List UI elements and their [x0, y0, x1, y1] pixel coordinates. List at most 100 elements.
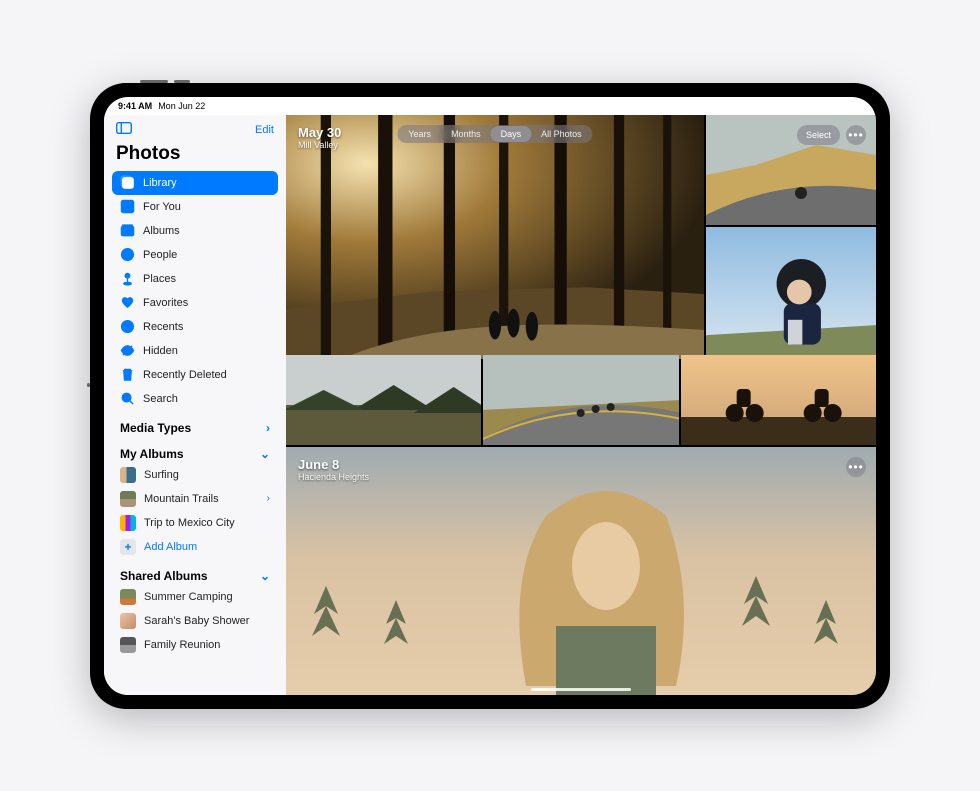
edit-button[interactable]: Edit: [255, 124, 274, 136]
sidebar-item-places[interactable]: Places: [112, 267, 278, 291]
section-my-albums[interactable]: My Albums ⌄: [104, 437, 286, 463]
shared-album-item[interactable]: Summer Camping: [104, 585, 286, 609]
album-label: Mountain Trails: [144, 493, 219, 505]
album-label: Trip to Mexico City: [144, 517, 235, 529]
sidebar-item-search[interactable]: Search: [112, 387, 278, 411]
power-button: [174, 80, 190, 83]
volume-button: [140, 80, 168, 83]
ellipsis-icon: •••: [848, 128, 864, 142]
library-icon: [120, 175, 135, 190]
day-location: Mill Valley: [298, 140, 341, 150]
sidebar-item-library[interactable]: Library: [112, 171, 278, 195]
album-thumb: [120, 613, 136, 629]
day-header: May 30 Mill Valley: [298, 125, 341, 150]
album-thumb: [120, 515, 136, 531]
sidebar: Edit Photos LibraryFor YouAlbumsPeoplePl…: [104, 115, 286, 695]
album-item[interactable]: Surfing: [104, 463, 286, 487]
eye-off-icon: [120, 343, 135, 358]
ellipsis-icon: •••: [848, 460, 864, 474]
sidebar-item-favorites[interactable]: Favorites: [112, 291, 278, 315]
album-item[interactable]: Mountain Trails ›: [104, 487, 286, 511]
day-date: May 30: [298, 125, 341, 140]
photo-grid[interactable]: May 30 Mill Valley YearsMonthsDaysAll Ph…: [286, 115, 876, 695]
chevron-down-icon: ⌄: [260, 447, 270, 461]
view-segmented-control[interactable]: YearsMonthsDaysAll Photos: [397, 125, 592, 143]
chevron-down-icon: ⌄: [260, 569, 270, 583]
sidebar-item-label: Search: [143, 393, 178, 405]
segment-months[interactable]: Months: [441, 126, 491, 142]
chevron-right-icon: ›: [266, 421, 270, 435]
segment-days[interactable]: Days: [491, 126, 532, 142]
photo-thumbnail[interactable]: [483, 355, 678, 445]
section-media-types[interactable]: Media Types ›: [104, 411, 286, 437]
photo-day-hero[interactable]: June 8 Hacienda Heights •••: [286, 447, 876, 695]
wifi-icon: [791, 101, 803, 110]
sidebar-item-for-you[interactable]: For You: [112, 195, 278, 219]
lightning-icon: ⚡︎: [807, 100, 813, 111]
photo-thumbnail[interactable]: [681, 355, 876, 445]
sidebar-item-label: For You: [143, 201, 181, 213]
album-thumb: [120, 637, 136, 653]
section-label: My Albums: [120, 447, 184, 461]
chevron-right-icon: ›: [267, 493, 270, 504]
photo-thumbnail[interactable]: [286, 355, 481, 445]
status-battery: 100%: [817, 101, 840, 111]
sidebar-item-people[interactable]: People: [112, 243, 278, 267]
side-connector: [87, 383, 90, 387]
plus-icon: +: [120, 539, 136, 555]
places-icon: [120, 271, 135, 286]
sidebar-item-label: Places: [143, 273, 176, 285]
segment-all-photos[interactable]: All Photos: [531, 126, 592, 142]
album-label: Family Reunion: [144, 639, 220, 651]
section-shared-albums[interactable]: Shared Albums ⌄: [104, 559, 286, 585]
clock-icon: [120, 319, 135, 334]
sidebar-item-label: Albums: [143, 225, 180, 237]
ipad-device-frame: 9:41 AM Mon Jun 22 ⚡︎ 100% Edit Photos: [90, 83, 890, 709]
sidebar-item-albums[interactable]: Albums: [112, 219, 278, 243]
status-bar: 9:41 AM Mon Jun 22 ⚡︎ 100%: [104, 97, 876, 115]
album-label: Surfing: [144, 469, 179, 481]
photo-day-hero[interactable]: May 30 Mill Valley YearsMonthsDaysAll Ph…: [286, 115, 704, 359]
status-time: 9:41 AM: [118, 101, 152, 111]
album-label: Summer Camping: [144, 591, 233, 603]
home-indicator[interactable]: [531, 688, 631, 691]
sidebar-item-hidden[interactable]: Hidden: [112, 339, 278, 363]
sidebar-item-recently-deleted[interactable]: Recently Deleted: [112, 363, 278, 387]
shared-album-item[interactable]: Family Reunion: [104, 633, 286, 657]
album-label: Sarah's Baby Shower: [144, 615, 249, 627]
albums-icon: [120, 223, 135, 238]
day-date: June 8: [298, 457, 369, 472]
search-icon: [120, 391, 135, 406]
sidebar-item-recents[interactable]: Recents: [112, 315, 278, 339]
album-thumb: [120, 491, 136, 507]
status-date: Mon Jun 22: [158, 101, 205, 111]
sidebar-toggle-icon[interactable]: [116, 121, 132, 139]
more-button[interactable]: •••: [846, 125, 866, 145]
screen: 9:41 AM Mon Jun 22 ⚡︎ 100% Edit Photos: [104, 97, 876, 695]
album-thumb: [120, 589, 136, 605]
trash-icon: [120, 367, 135, 382]
sidebar-item-label: Hidden: [143, 345, 178, 357]
sidebar-item-label: People: [143, 249, 177, 261]
more-button[interactable]: •••: [846, 457, 866, 477]
sidebar-item-label: Favorites: [143, 297, 188, 309]
select-button[interactable]: Select: [797, 125, 840, 145]
add-album-label: Add Album: [144, 541, 197, 553]
add-album-button[interactable]: + Add Album: [104, 535, 286, 559]
photo-thumbnail[interactable]: Select •••: [706, 115, 876, 225]
album-item[interactable]: Trip to Mexico City: [104, 511, 286, 535]
day-location: Hacienda Heights: [298, 472, 369, 482]
sidebar-item-label: Recently Deleted: [143, 369, 227, 381]
foryou-icon: [120, 199, 135, 214]
shared-album-item[interactable]: Sarah's Baby Shower: [104, 609, 286, 633]
heart-icon: [120, 295, 135, 310]
album-thumb: [120, 467, 136, 483]
battery-icon: [844, 101, 862, 110]
sidebar-item-label: Recents: [143, 321, 183, 333]
segment-years[interactable]: Years: [398, 126, 441, 142]
section-label: Shared Albums: [120, 569, 208, 583]
day-header: June 8 Hacienda Heights: [298, 457, 369, 482]
sidebar-item-label: Library: [143, 177, 177, 189]
section-label: Media Types: [120, 421, 191, 435]
photo-thumbnail[interactable]: [706, 227, 876, 359]
